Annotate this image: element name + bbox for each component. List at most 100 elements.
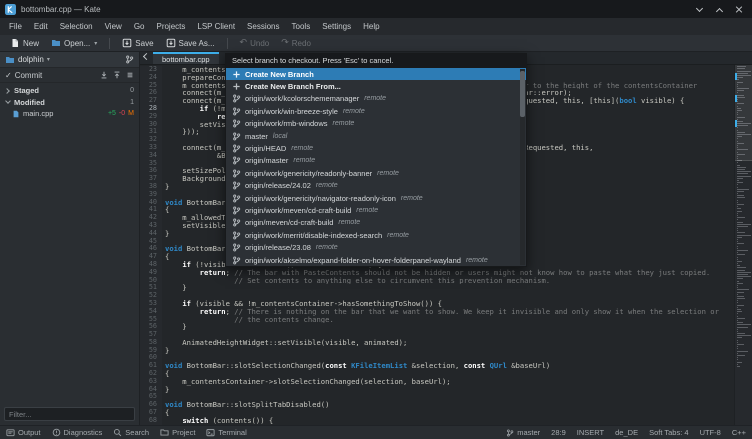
code-line[interactable]: 65	[140, 393, 734, 401]
minimize-button[interactable]	[695, 5, 704, 14]
popup-branch-origin-meven-cd-craft-build[interactable]: origin/meven/cd-craft-buildremote	[226, 217, 526, 229]
popup-branch-origin-work-rmb-windows[interactable]: origin/work/rmb-windowsremote	[226, 118, 526, 130]
popup-branch-origin-work-genericity-navigator-readonly-icon[interactable]: origin/work/genericity/navigator-readonl…	[226, 192, 526, 204]
code-line[interactable]: 53 if (visible && !m_contentsContainer->…	[140, 300, 734, 308]
file-diff-stats: +5-0M	[108, 110, 134, 117]
statusbar-de-de[interactable]: de_DE	[615, 428, 638, 437]
popup-action-create-new-branch-from[interactable]: Create New Branch From...	[226, 80, 526, 92]
save-as-button[interactable]: Save As...	[161, 37, 220, 49]
code-line[interactable]: 57	[140, 331, 734, 339]
check-icon: ✓	[5, 71, 12, 80]
code-line[interactable]: 59}	[140, 347, 734, 355]
code-line[interactable]: 60	[140, 354, 734, 362]
code-line[interactable]: 49 return; // The bar with PasteContents…	[140, 269, 734, 277]
menu-file[interactable]: File	[3, 20, 28, 33]
popup-branch-origin-work-akselmo-expand-folder-on-hover-folderpanel-wayland[interactable]: origin/work/akselmo/expand-folder-on-hov…	[226, 254, 526, 266]
close-button[interactable]	[735, 5, 744, 14]
minimap-viewport[interactable]	[735, 65, 752, 161]
code-line[interactable]: 64}	[140, 386, 734, 394]
code-line[interactable]: 63 m_contentsContainer->slotSelectionCha…	[140, 378, 734, 386]
statusbar-segment-label: Soft Tabs: 4	[649, 428, 688, 437]
chevron-right-icon	[5, 88, 11, 94]
undo-button[interactable]: ↶Undo	[235, 37, 275, 49]
popup-branch-master[interactable]: masterlocal	[226, 130, 526, 142]
statusbar-insert[interactable]: INSERT	[577, 428, 604, 437]
minimap-line	[737, 309, 741, 310]
menu-sessions[interactable]: Sessions	[241, 20, 285, 33]
menu-tools[interactable]: Tools	[286, 20, 317, 33]
statusbar-tool-project[interactable]: Project	[160, 428, 195, 437]
git-checkout-button[interactable]	[125, 55, 134, 64]
statusbar-tool-output[interactable]: Output	[6, 428, 41, 437]
code-line[interactable]: 52	[140, 292, 734, 300]
code-line[interactable]: 55 // the contents change.	[140, 316, 734, 324]
statusbar-c++[interactable]: C++	[732, 428, 746, 437]
popup-branch-origin-work-meven-cd-craft-build[interactable]: origin/work/meven/cd-craft-buildremote	[226, 204, 526, 216]
project-selector[interactable]: dolphin	[18, 55, 44, 64]
statusbar-utf-8[interactable]: UTF-8	[700, 428, 721, 437]
popup-branch-origin-head[interactable]: origin/HEADremote	[226, 142, 526, 154]
code-line[interactable]: 62{	[140, 370, 734, 378]
git-menu-icon[interactable]	[126, 71, 134, 79]
popup-scrollbar-thumb[interactable]	[520, 71, 525, 117]
popup-branch-origin-work-merrit-disable-indexed-search[interactable]: origin/work/merrit/disable-indexed-searc…	[226, 229, 526, 241]
code-line[interactable]: 67{	[140, 409, 734, 417]
git-group-modified[interactable]: Modified1	[0, 97, 139, 109]
statusbar-tool-diagnostics[interactable]: Diagnostics	[52, 428, 103, 437]
code-text: AnimatedHeightWidget::setVisible(visible…	[162, 339, 407, 347]
branch-scope: remote	[293, 157, 315, 164]
minimap-line	[737, 243, 744, 244]
branch-icon	[232, 206, 242, 215]
code-line[interactable]: 50 // Set contents to anything else to c…	[140, 277, 734, 285]
minimap-line	[737, 311, 742, 312]
statusbar-tool-search[interactable]: Search	[113, 428, 149, 437]
statusbar-soft-tabs-4[interactable]: Soft Tabs: 4	[649, 428, 688, 437]
menu-projects[interactable]: Projects	[150, 20, 191, 33]
minimap-line	[737, 296, 744, 297]
popup-branch-origin-release-24-02[interactable]: origin/release/24.02remote	[226, 180, 526, 192]
menu-settings[interactable]: Settings	[316, 20, 357, 33]
filter-input[interactable]	[4, 407, 135, 421]
menu-help[interactable]: Help	[357, 20, 385, 33]
code-line[interactable]: 58 AnimatedHeightWidget::setVisible(visi…	[140, 339, 734, 347]
project-panel: dolphin ▾ ✓ Commit Staged0Modified1main.…	[0, 52, 140, 425]
menu-lsp-client[interactable]: LSP Client	[191, 20, 241, 33]
code-line[interactable]: 66void BottomBar::slotSplitTabDisabled()	[140, 401, 734, 409]
code-text	[162, 238, 169, 246]
popup-scrollbar[interactable]	[520, 69, 525, 265]
popup-branch-origin-work-genericity-readonly-banner[interactable]: origin/work/genericity/readonly-bannerre…	[226, 167, 526, 179]
popup-branch-origin-release-23-08[interactable]: origin/release/23.08remote	[226, 241, 526, 253]
code-line[interactable]: 54 return; // There is nothing on the ba…	[140, 308, 734, 316]
open-button[interactable]: Open...▾	[46, 37, 102, 49]
code-line[interactable]: 61void BottomBar::slotSelectionChanged(c…	[140, 362, 734, 370]
popup-branch-origin-work-kcolorschememanager[interactable]: origin/work/kcolorschememanagerremote	[226, 93, 526, 105]
menu-edit[interactable]: Edit	[28, 20, 54, 33]
statusbar-master[interactable]: master	[506, 428, 540, 437]
code-line[interactable]: 68 switch (contents()) {	[140, 417, 734, 425]
popup-branch-origin-master[interactable]: origin/masterremote	[226, 155, 526, 167]
popup-action-create-new-branch[interactable]: Create New Branch	[226, 68, 526, 80]
commit-button[interactable]: Commit	[15, 71, 43, 80]
file-row-main-cpp[interactable]: main.cpp+5-0M	[0, 108, 139, 120]
popup-branch-origin-work-win-breeze-style[interactable]: origin/work/win-breeze-styleremote	[226, 105, 526, 117]
statusbar-28-9[interactable]: 28:9	[551, 428, 566, 437]
menu-view[interactable]: View	[99, 20, 128, 33]
minimap-line	[737, 342, 738, 343]
kate-app-icon	[5, 4, 16, 15]
redo-button[interactable]: ↷Redo	[276, 37, 316, 49]
code-line[interactable]: 51 }	[140, 284, 734, 292]
minimap-scrollbar[interactable]	[734, 65, 752, 425]
statusbar-tool-terminal[interactable]: Terminal	[206, 428, 246, 437]
save-button[interactable]: Save	[117, 37, 158, 49]
git-push-icon[interactable]	[113, 71, 121, 79]
minimap-line	[737, 355, 745, 356]
code-line[interactable]: 56 }	[140, 323, 734, 331]
git-group-staged[interactable]: Staged0	[0, 85, 139, 97]
git-pull-icon[interactable]	[100, 71, 108, 79]
menu-selection[interactable]: Selection	[54, 20, 99, 33]
tab-list-button[interactable]	[140, 52, 153, 64]
tab-bottombar-cpp[interactable]: bottombar.cpp	[153, 52, 219, 64]
menu-go[interactable]: Go	[128, 20, 151, 33]
maximize-button[interactable]	[715, 5, 724, 14]
new-button[interactable]: New	[5, 37, 44, 49]
